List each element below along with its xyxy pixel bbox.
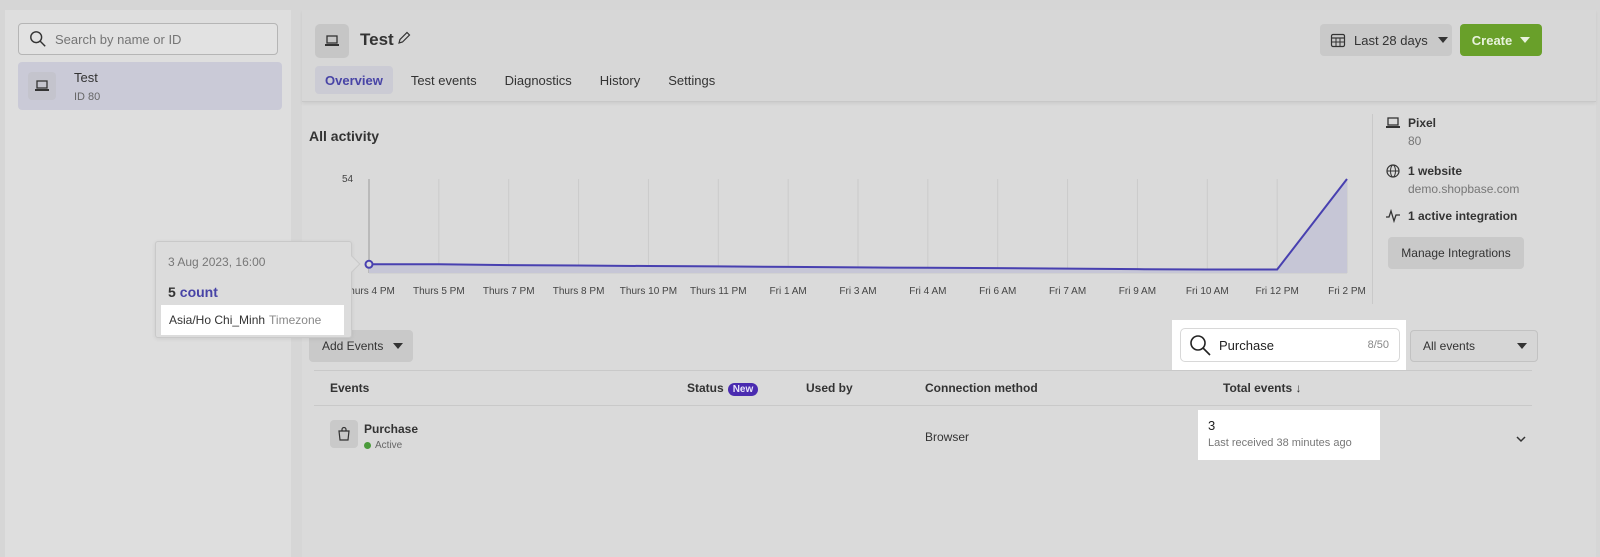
page-header: Test Overview Test events Diagnostics Hi… <box>302 10 1596 102</box>
pixel-search-input[interactable] <box>18 23 278 55</box>
search-icon <box>30 31 46 47</box>
tooltip-timezone-label: Timezone <box>269 313 322 327</box>
pixel-item-name: Test <box>74 69 98 85</box>
x-axis-tick: Fri 4 AM <box>909 286 946 297</box>
shopping-bag-icon <box>330 420 358 448</box>
event-status: Active <box>364 440 402 451</box>
tab-settings[interactable]: Settings <box>658 66 725 94</box>
pixel-id-value: 80 <box>1408 134 1422 148</box>
laptop-icon <box>1386 117 1400 128</box>
tab-diagnostics[interactable]: Diagnostics <box>495 66 582 94</box>
page-title: Test <box>360 30 394 49</box>
activity-title: All activity <box>309 128 380 144</box>
event-total-count: 3 <box>1208 418 1216 433</box>
tab-history[interactable]: History <box>590 66 650 94</box>
new-badge: New <box>727 383 759 396</box>
caret-down-icon <box>1437 37 1448 43</box>
tooltip-timezone-value: Asia/Ho Chi_Minh <box>169 313 266 327</box>
add-events-label: Add Events <box>322 339 384 353</box>
tooltip-date: 3 Aug 2023, 16:00 <box>168 255 266 269</box>
x-axis-tick: Fri 6 AM <box>979 286 1016 297</box>
search-icon <box>1190 335 1211 356</box>
col-used-by: Used by <box>806 381 853 395</box>
event-search-value: Purchase <box>1219 337 1274 353</box>
laptop-icon <box>315 24 349 58</box>
activity-pulse-icon <box>1386 209 1400 223</box>
event-search-char-count: 8/50 <box>1367 339 1389 351</box>
col-total-events[interactable]: Total events ↓ <box>1223 381 1301 395</box>
caret-down-icon <box>1520 37 1531 43</box>
x-axis-tick: Fri 9 AM <box>1119 286 1156 297</box>
event-total-highlight: 3 Last received 38 minutes ago <box>1198 410 1380 460</box>
activity-chart: Thurs 4 PM Thurs 5 PM Thurs 7 PM Thurs 8 PM… <box>343 178 1366 297</box>
tooltip-timezone: Asia/Ho Chi_Minh Timezone <box>161 305 344 335</box>
website-info: 1 website demo.shopbase.com <box>1386 164 1520 196</box>
tooltip-count: 5 count <box>168 284 218 300</box>
globe-icon <box>1386 164 1400 178</box>
tooltip-count-value: 5 <box>168 284 176 300</box>
events-table-header: Events Status New Used by Connection meth… <box>314 370 1532 406</box>
create-button-label: Create <box>1471 32 1513 48</box>
date-range-label: Last 28 days <box>1354 32 1428 48</box>
x-axis-tick: Thurs 10 PM <box>620 286 677 297</box>
x-axis-tick: Fri 12 PM <box>1255 286 1298 297</box>
event-search-highlight: Purchase 8/50 <box>1172 320 1406 370</box>
x-axis-tick: Fri 1 AM <box>770 286 807 297</box>
create-button[interactable]: Create <box>1460 24 1542 56</box>
manage-integrations-button[interactable]: Manage Integrations <box>1388 237 1524 269</box>
status-dot <box>364 442 371 449</box>
tooltip-count-unit: count <box>179 284 218 300</box>
col-status-label: Status <box>687 381 724 395</box>
calendar-icon <box>1330 33 1346 48</box>
event-filter-label: All events <box>1423 339 1476 353</box>
x-axis-tick: Thurs 7 PM <box>483 286 535 297</box>
event-connection-method: Browser <box>925 430 970 444</box>
col-connection-method: Connection method <box>925 381 1038 395</box>
main-panel: Test Overview Test events Diagnostics Hi… <box>302 10 1596 557</box>
caret-down-icon <box>393 343 404 349</box>
pixel-search-field[interactable] <box>55 31 255 47</box>
pixel-info: Pixel 80 <box>1386 116 1437 148</box>
pixel-list-item[interactable]: Test ID 80 <box>18 62 282 110</box>
x-axis-tick: Fri 10 AM <box>1186 286 1229 297</box>
caret-down-icon <box>1517 343 1527 349</box>
tab-test-events[interactable]: Test events <box>401 66 487 94</box>
tab-bar: Overview Test events Diagnostics History… <box>315 66 733 94</box>
data-point-highlight[interactable] <box>364 259 374 269</box>
table-row[interactable]: Purchase Active Browser 3 Last received … <box>314 410 1532 468</box>
pencil-icon[interactable] <box>396 30 412 46</box>
event-search-input[interactable]: Purchase 8/50 <box>1180 328 1400 362</box>
pixel-label: Pixel <box>1408 116 1437 130</box>
col-events: Events <box>330 381 370 395</box>
date-range-select[interactable]: Last 28 days <box>1320 24 1452 56</box>
laptop-icon <box>28 72 56 100</box>
event-last-received: Last received 38 minutes ago <box>1208 437 1352 449</box>
x-axis-tick: Fri 2 PM <box>1328 286 1366 297</box>
chevron-down-icon[interactable] <box>1514 432 1528 446</box>
website-count: 1 website <box>1408 164 1463 178</box>
integration-info: 1 active integration <box>1386 209 1518 223</box>
event-status-label: Active <box>375 440 403 451</box>
x-axis-tick: Thurs 11 PM <box>690 286 747 297</box>
integration-count: 1 active integration <box>1408 209 1518 223</box>
event-name: Purchase <box>364 422 419 436</box>
chart-tooltip: 3 Aug 2023, 16:00 5 count Asia/Ho Chi_Min… <box>155 241 361 338</box>
x-axis-tick: Thurs 8 PM <box>553 286 605 297</box>
tab-overview[interactable]: Overview <box>315 66 393 94</box>
x-axis-tick: Fri 7 AM <box>1049 286 1086 297</box>
x-axis-tick: Fri 3 AM <box>839 286 876 297</box>
x-axis-tick: Thurs 5 PM <box>413 286 465 297</box>
event-filter-select[interactable]: All events <box>1410 330 1538 362</box>
website-domain: demo.shopbase.com <box>1408 182 1520 196</box>
pixel-item-id: ID 80 <box>74 90 101 103</box>
col-status: Status New <box>687 381 759 396</box>
divider <box>1372 114 1373 304</box>
